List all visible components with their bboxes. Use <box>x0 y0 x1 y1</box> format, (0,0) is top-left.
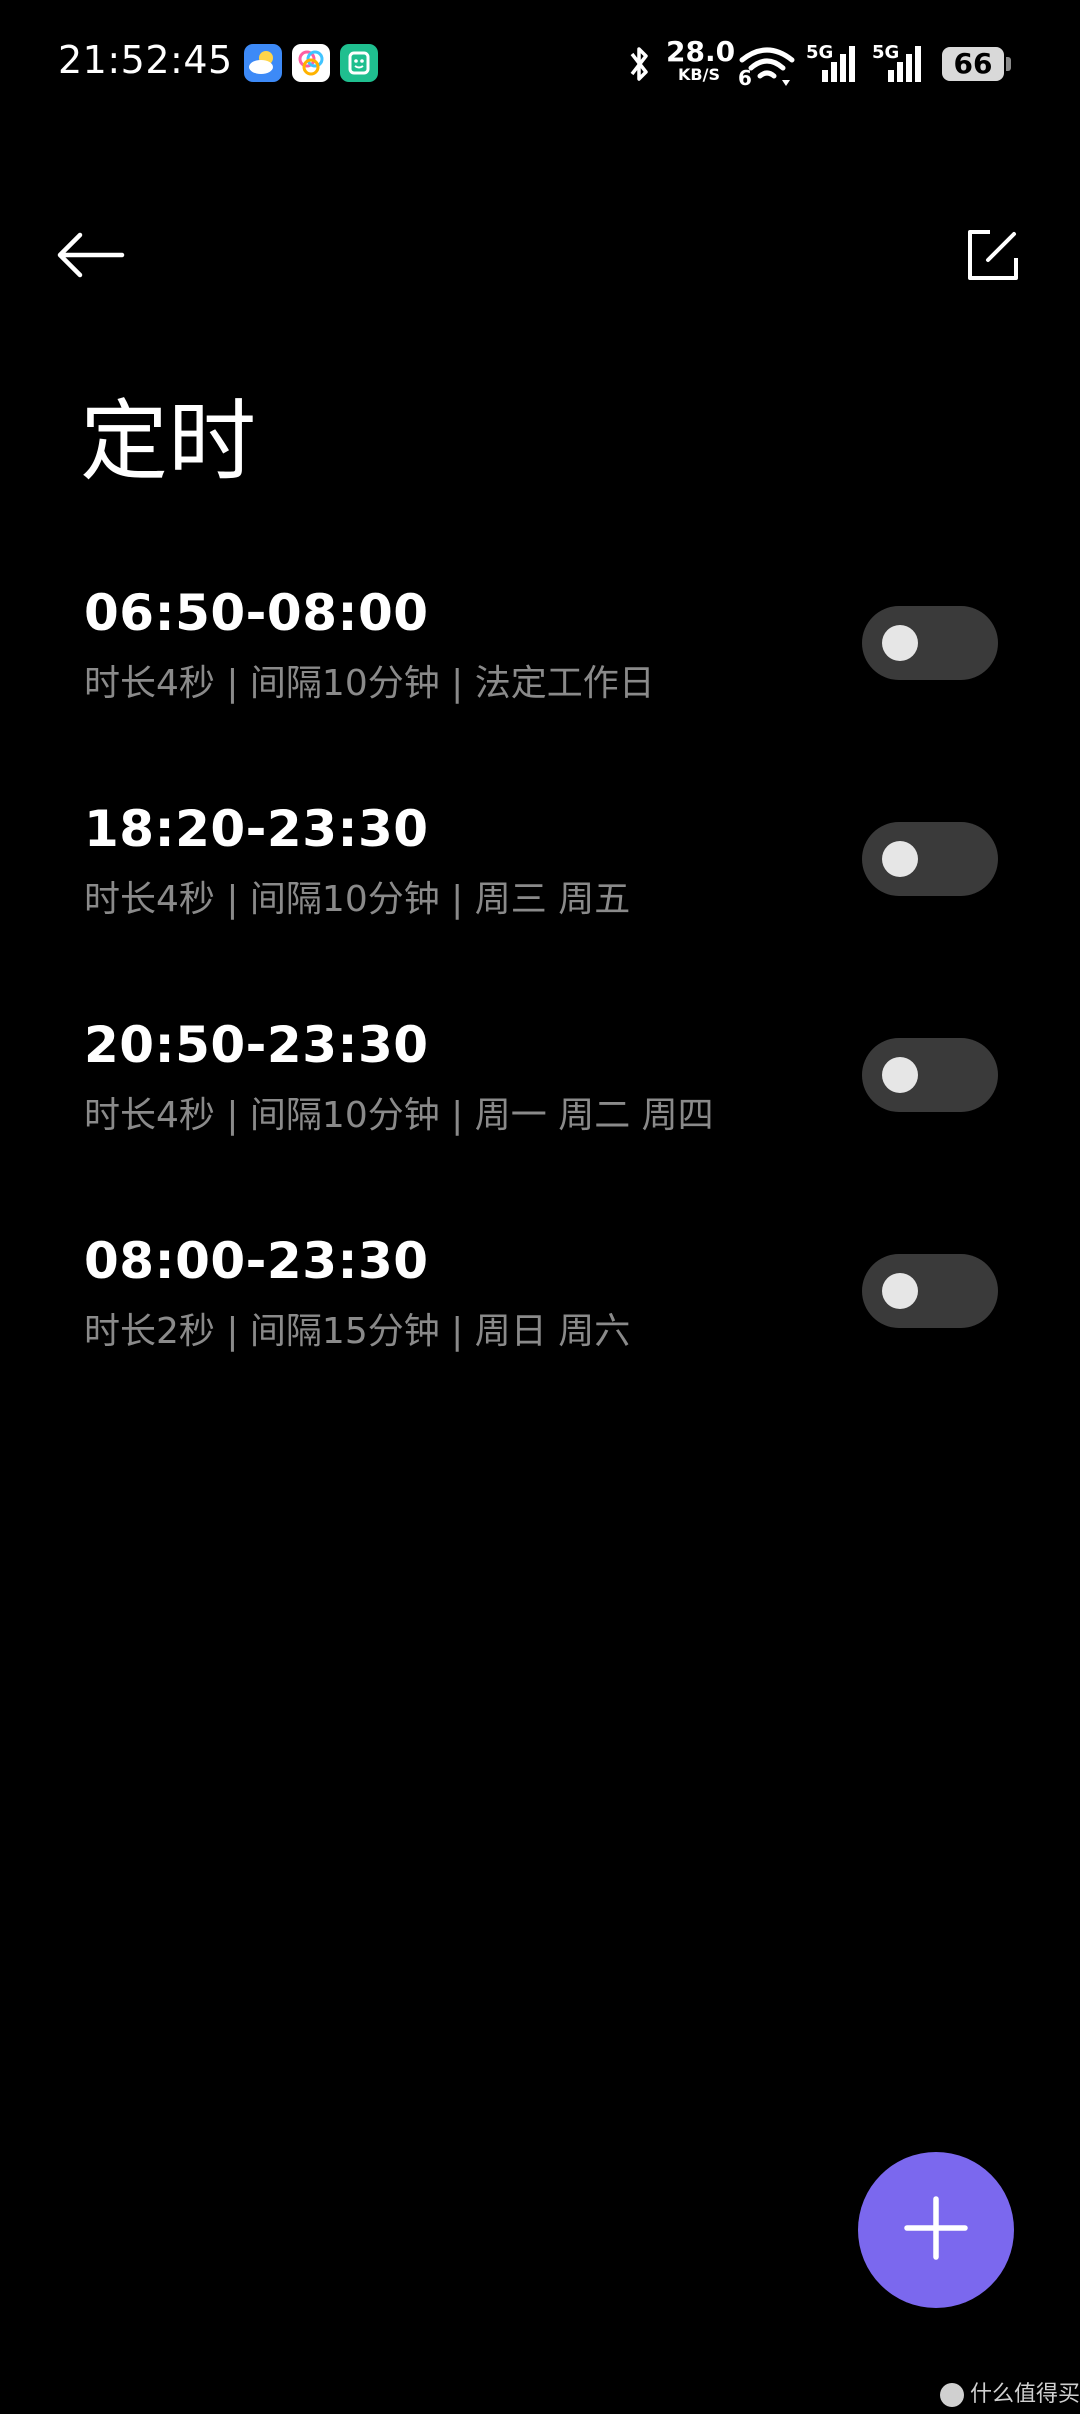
toggle-knob <box>882 841 918 877</box>
network-speed-value: 28.0 <box>666 35 736 68</box>
network-speed-unit: KB/S <box>678 65 720 84</box>
schedule-detail: 时长4秒 | 间隔10分钟 | 法定工作日 <box>84 663 655 704</box>
schedule-toggle[interactable] <box>862 606 998 680</box>
watermark-logo-icon <box>940 2383 964 2407</box>
signal-sim1-icon: 5G <box>806 42 860 86</box>
add-schedule-button[interactable] <box>858 2152 1014 2308</box>
schedule-list: 06:50-08:00 时长4秒 | 间隔10分钟 | 法定工作日 18:20-… <box>0 570 1080 1434</box>
schedule-toggle[interactable] <box>862 1254 998 1328</box>
network-speed: 28.0 KB/S <box>666 35 736 84</box>
watermark: 什么值得买 <box>940 2376 1080 2408</box>
battery-tip <box>1006 57 1011 71</box>
plus-icon <box>901 2193 971 2267</box>
weather-app-icon <box>244 44 282 82</box>
status-bar: 21:52:45 28.0 KB/S 6 5G 5G 66 <box>0 0 1080 130</box>
schedule-time-range: 08:00-23:30 <box>84 1232 429 1290</box>
schedule-item[interactable]: 20:50-23:30 时长4秒 | 间隔10分钟 | 周一 周二 周四 <box>0 1002 1080 1218</box>
schedule-time-range: 18:20-23:30 <box>84 800 429 858</box>
schedule-toggle[interactable] <box>862 822 998 896</box>
schedule-item[interactable]: 08:00-23:30 时长2秒 | 间隔15分钟 | 周日 周六 <box>0 1218 1080 1434</box>
back-arrow-icon <box>54 230 126 284</box>
schedule-item[interactable]: 18:20-23:30 时长4秒 | 间隔10分钟 | 周三 周五 <box>0 786 1080 1002</box>
schedule-detail: 时长4秒 | 间隔10分钟 | 周一 周二 周四 <box>84 1095 714 1136</box>
status-time: 21:52:45 <box>58 38 233 82</box>
mi-home-app-icon <box>340 44 378 82</box>
edit-button[interactable] <box>958 222 1028 292</box>
battery-indicator: 66 <box>942 47 1004 81</box>
wifi-icon: 6 <box>738 44 796 90</box>
bluetooth-icon <box>624 42 654 90</box>
page-title: 定时 <box>80 390 257 493</box>
edit-icon <box>966 228 1020 286</box>
toggle-knob <box>882 625 918 661</box>
wifi-label: 6 <box>738 66 752 90</box>
schedule-time-range: 06:50-08:00 <box>84 584 429 642</box>
schedule-item[interactable]: 06:50-08:00 时长4秒 | 间隔10分钟 | 法定工作日 <box>0 570 1080 786</box>
watermark-text: 什么值得买 <box>970 2382 1080 2407</box>
schedule-toggle[interactable] <box>862 1038 998 1112</box>
schedule-detail: 时长4秒 | 间隔10分钟 | 周三 周五 <box>84 879 631 920</box>
toggle-knob <box>882 1273 918 1309</box>
signal-sim2-icon: 5G <box>872 42 926 86</box>
toggle-knob <box>882 1057 918 1093</box>
back-button[interactable] <box>50 222 130 292</box>
schedule-detail: 时长2秒 | 间隔15分钟 | 周日 周六 <box>84 1311 631 1352</box>
gallery-app-icon <box>292 44 330 82</box>
schedule-time-range: 20:50-23:30 <box>84 1016 429 1074</box>
